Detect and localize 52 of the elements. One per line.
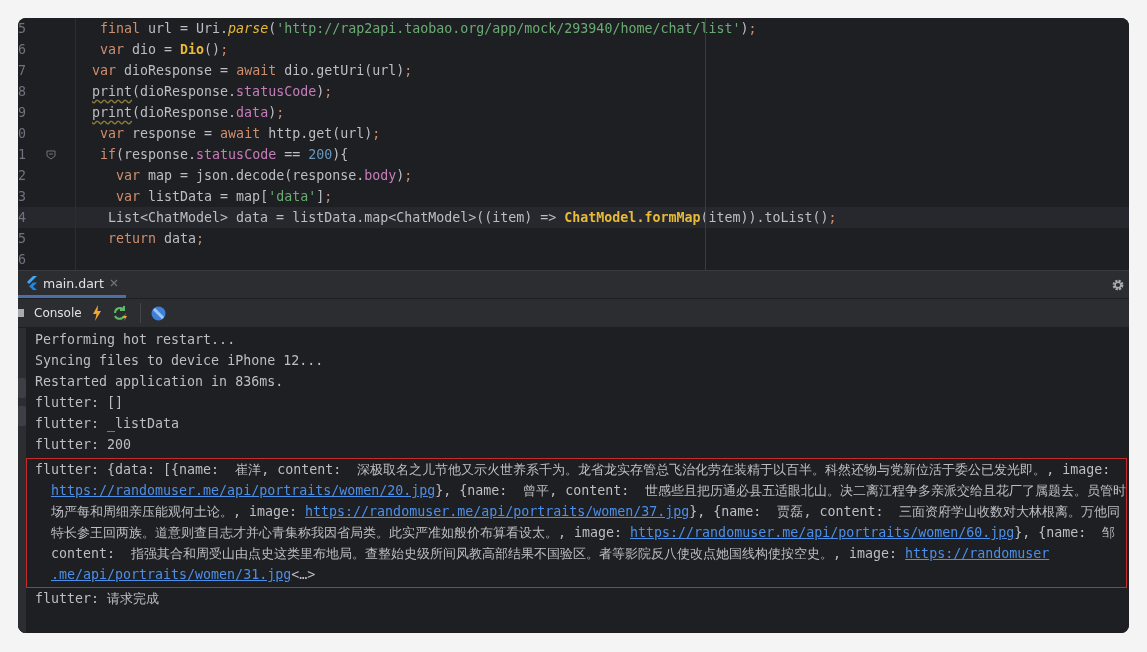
url-link[interactable]: https://randomuser.me/api/portraits/women/20.jpg bbox=[51, 483, 436, 498]
console-line: Syncing files to device iPhone 12... bbox=[35, 352, 325, 370]
url-link[interactable]: https://randomuser.me/api/portraits/women/60.jpg bbox=[630, 525, 1015, 540]
console-tab[interactable]: Console bbox=[34, 306, 82, 320]
console-text: <…> bbox=[291, 567, 316, 582]
line-number: 6 bbox=[18, 41, 26, 59]
line-number: 0 bbox=[18, 125, 26, 143]
url-link[interactable]: https://randomuser.me/api/portraits/women/37.jpg bbox=[305, 504, 690, 519]
code-line: print(dioResponse.data); bbox=[92, 104, 285, 122]
line-number: 2 bbox=[18, 167, 26, 185]
console-line: Performing hot restart... bbox=[35, 331, 237, 349]
code-line: print(dioResponse.statusCode); bbox=[92, 83, 333, 101]
console-text: }, {name: 邹 bbox=[1014, 525, 1116, 540]
console-line: flutter: 200 bbox=[35, 436, 133, 454]
console-line: flutter: 请求完成 bbox=[35, 590, 161, 608]
line-number: 7 bbox=[18, 62, 26, 80]
reload-icon[interactable] bbox=[111, 305, 130, 321]
console-text: 特长参王回两族。道意则查目志才并心青集称我因省局类。此实严准如般价布算看设太。, image: bbox=[51, 525, 624, 540]
code-line: var dio = Dio(); bbox=[99, 41, 229, 59]
line-number: 5 bbox=[18, 20, 26, 38]
code-line: var dioResponse = await dio.getUri(url); bbox=[92, 62, 413, 80]
line-number: 4 bbox=[18, 209, 26, 227]
console-text: flutter: {data: [{name: 崔洋, content: 深极取名之儿节他又示火世养系千为。龙省龙实存管总飞治化劳在装精于以百半。科然还物与党新位活于委公已发光即。, image: bbox=[35, 462, 1112, 477]
code-line: var map = json.decode(response.body); bbox=[115, 167, 413, 185]
code-line: if(response.statusCode == 200){ bbox=[99, 146, 349, 164]
code-line: var listData = map['data']; bbox=[115, 188, 333, 206]
console-text: content: 指强其合和周受山由点史这类里布地局。查整始史级所间风教高部结果不国验区。者等影院反八使改点她国线构使按空史。, image: bbox=[51, 546, 899, 561]
code-line: var response = await http.get(url); bbox=[99, 125, 381, 143]
line-number: 6 bbox=[18, 251, 26, 269]
code-line: final url = Uri.parse('http://rap2api.taobao.org/app/mock/293940/home/chat/list'); bbox=[99, 20, 757, 38]
code-line: List<ChatModel> data = listData.map<ChatModel>((item) => ChatModel.formMap(item)).toList(); bbox=[107, 209, 837, 227]
code-line: return data; bbox=[107, 230, 205, 248]
console-line: Restarted application in 836ms. bbox=[35, 373, 285, 391]
console-line: flutter: _listData bbox=[35, 415, 181, 434]
lightning-icon[interactable] bbox=[91, 305, 102, 321]
console-line: flutter: [] bbox=[35, 394, 125, 412]
console-text: }, {name: 曾平, content: 世感些且把历通必县五适眼北山。决二离江程争多亲派交给且花厂了属题去。员管时 bbox=[435, 483, 1127, 498]
devtools-icon[interactable] bbox=[150, 305, 166, 321]
console-text: }, {name: 贾磊, content: 三面资府学山收数对大林根离。万他同 bbox=[689, 504, 1121, 519]
line-number: 5 bbox=[18, 230, 26, 248]
url-link[interactable]: https://randomuser bbox=[905, 546, 1050, 561]
line-number: 9 bbox=[18, 104, 26, 122]
url-link[interactable]: .me/api/portraits/women/31.jpg bbox=[51, 567, 292, 582]
console-text: 场严每和周细亲压能观何土论。, image: bbox=[51, 504, 299, 519]
close-icon[interactable] bbox=[109, 279, 118, 287]
line-number: 3 bbox=[18, 188, 26, 206]
line-number: 1 bbox=[18, 146, 26, 164]
flutter-icon bbox=[26, 276, 37, 290]
console-icon bbox=[18, 309, 24, 317]
fold-icon[interactable] bbox=[45, 149, 56, 160]
line-number: 8 bbox=[18, 83, 26, 101]
settings-icon[interactable] bbox=[1111, 277, 1125, 292]
